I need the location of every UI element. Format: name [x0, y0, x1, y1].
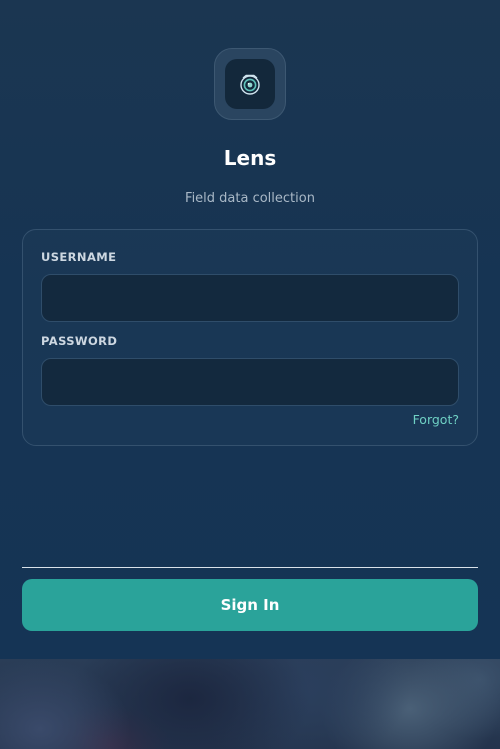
password-label: PASSWORD — [41, 334, 118, 348]
app-icon-inner — [225, 59, 275, 109]
login-form-card: USERNAME PASSWORD Forgot? — [22, 229, 478, 446]
background-blur-strip — [0, 659, 500, 749]
divider — [22, 567, 478, 568]
sign-in-button[interactable]: Sign In — [22, 579, 478, 631]
app-subtitle: Field data collection — [185, 191, 315, 206]
username-input[interactable] — [41, 274, 459, 322]
app-title: Lens — [223, 146, 277, 170]
login-screen: Lens Field data collection USERNAME PASS… — [0, 0, 500, 659]
username-label: USERNAME — [41, 250, 117, 264]
app-icon — [214, 48, 286, 120]
forgot-password-link[interactable]: Forgot? — [413, 412, 459, 427]
password-input[interactable] — [41, 358, 459, 406]
camera-lens-icon — [240, 74, 260, 95]
